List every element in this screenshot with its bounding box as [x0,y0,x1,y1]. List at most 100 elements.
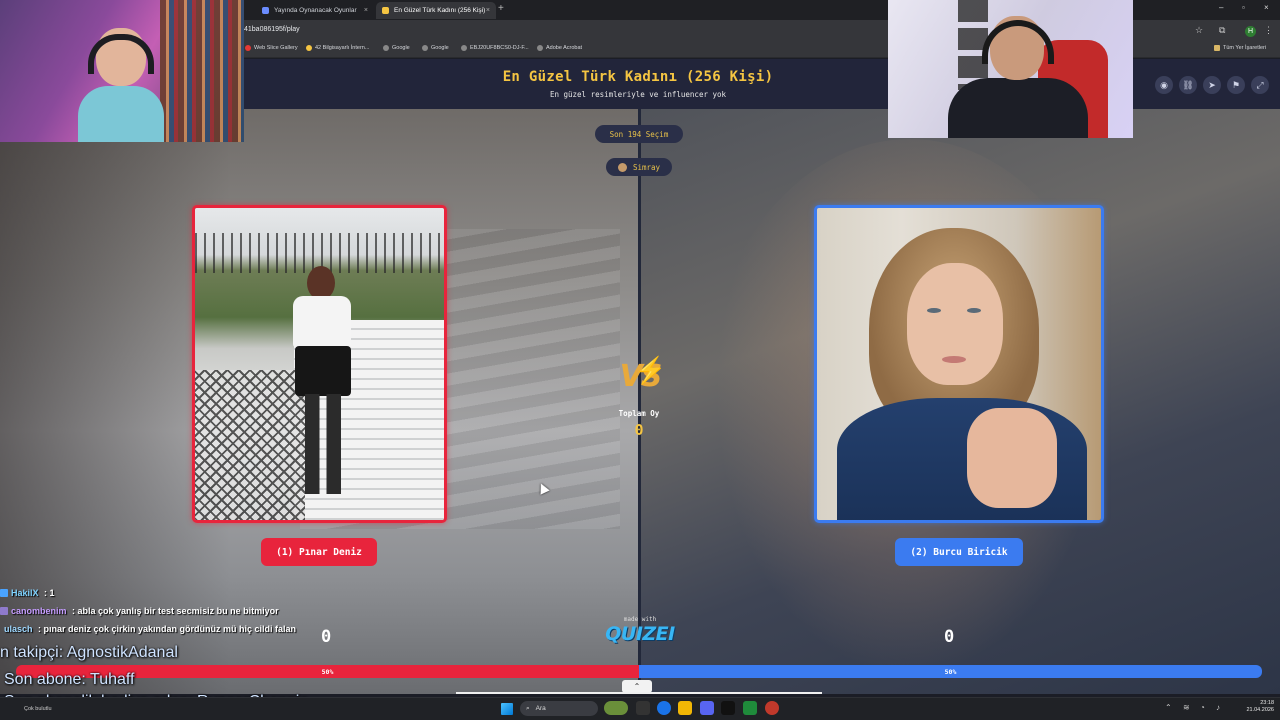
bookmark-label: Google [392,45,410,51]
google-icon [422,45,428,51]
globe-icon [461,45,467,51]
badge-icon [0,589,8,597]
candidate-card-right[interactable] [814,205,1104,523]
volume-icon[interactable]: ♪ [1216,703,1220,712]
chat-message: ulasch : pınar deniz çok çirkin yakından… [0,624,296,634]
bookmark-label: Google [431,45,449,51]
tab-favicon-icon [262,7,269,14]
app-icon[interactable] [765,701,779,715]
webcam-left [0,0,244,142]
bookmark-star-icon[interactable]: ☆ [1195,25,1203,36]
creator-badge[interactable]: Simray [606,158,672,176]
windows-start-icon[interactable] [501,703,513,715]
made-with-label: made with [623,616,657,623]
woman-figure [287,266,357,506]
close-icon[interactable]: × [364,7,368,14]
lightning-icon: ⚡ [634,355,667,385]
task-view-icon[interactable] [636,701,650,715]
obs-icon[interactable] [721,701,735,715]
globe-icon [537,45,543,51]
bookmark-label: Tüm Yer İşaretleri [1223,45,1267,51]
clock-time: 23:18 [1260,700,1274,706]
bookmark-item[interactable]: 42 Bilgisayarlı İntern... [306,45,369,51]
vs-icon: VS ⚡ [619,355,667,394]
profile-avatar[interactable]: H [1245,26,1256,37]
bookmark-item[interactable]: Google [383,45,410,51]
chat-user: canombenim [11,606,67,616]
subscriber-alert: Son abone: Tuhaff [4,671,135,688]
extensions-icon[interactable]: ⧉ [1219,25,1225,36]
chat-user: ulasch [4,624,33,634]
headphones-icon [88,34,154,74]
candidate-photo-right[interactable] [817,208,1101,520]
left-percent: 50% [321,667,334,676]
left-score: 0 [321,627,332,647]
url-field[interactable]: 41ba086195f/play [244,26,300,33]
file-explorer-icon[interactable] [678,701,692,715]
tab-active-quiz[interactable]: En Güzel Türk Kadını (256 Kişi) × [376,2,496,19]
search-icon: ⌕ [526,704,530,712]
bookmark-label: EBJ20UF8BCS0-DJ-F... [470,45,529,51]
bookmark-item[interactable]: Web Slice Gallery [245,45,298,51]
chat-text: : 1 [41,588,55,598]
close-icon[interactable]: × [486,7,490,14]
chat-message: HakilX : 1 [0,588,55,598]
minimize-icon[interactable]: – [1219,3,1223,12]
bookmark-label: 42 Bilgisayarlı İntern... [315,45,370,51]
chrome-icon[interactable] [657,701,671,715]
quiz-page: En Güzel Türk Kadını (256 Kişi) En güzel… [0,59,1280,694]
discord-icon[interactable] [700,701,714,715]
window-close-icon[interactable]: × [1264,3,1269,12]
bookmarks-folder[interactable]: Tüm Yer İşaretleri [1214,45,1266,51]
chat-user: HakilX [11,588,39,598]
candidate-card-left[interactable] [192,205,447,523]
chat-text: : pınar deniz çok çirkin yakından gördün… [35,624,297,634]
bookshelf [160,0,244,142]
streamer-left [78,28,164,142]
widget-icon[interactable] [604,701,628,715]
link-icon[interactable]: ⛓ [1179,76,1197,94]
weather-label[interactable]: Çok bulutlu [24,706,52,712]
maximize-icon[interactable]: ▫ [1242,3,1245,12]
tray-chevron-icon[interactable]: ⌃ [1165,703,1172,712]
bookmark-label: Web Slice Gallery [254,45,298,51]
chat-text: : abla çok yanlış bir test secmisiz bu n… [69,606,279,616]
new-tab-icon[interactable]: + [498,3,504,14]
total-votes-value: 0 [634,421,644,439]
network-icon[interactable]: ≋ [1183,703,1190,712]
tab-label: Yayında Oynanacak Oyunlar [274,7,357,14]
badge-icon [0,607,8,615]
bookmark-item[interactable]: EBJ20UF8BCS0-DJ-F... [461,45,529,51]
menu-kebab-icon[interactable]: ⋮ [1264,25,1273,36]
right-percent: 50% [944,667,957,676]
taskbar-search[interactable]: ⌕ Ara [520,701,598,716]
tab-label: En Güzel Türk Kadını (256 Kişi) [394,7,486,14]
fullscreen-icon[interactable]: ⤢ [1251,76,1269,94]
flag-icon[interactable]: ⚑ [1227,76,1245,94]
scroll-indicator [456,692,822,694]
send-icon[interactable]: ➤ [1203,76,1221,94]
wifi-icon[interactable]: ◔ [1200,703,1205,712]
folder-icon [1214,45,1220,51]
quizei-logo[interactable]: QUIZEI [598,623,682,645]
right-percent-bar: 50% [639,665,1262,678]
vote-button-left[interactable]: (1) Pınar Deniz [261,538,377,566]
screen: Yayında Oynanacak Oyunlar × En Güzel Tür… [0,0,1280,720]
webcam-right [888,0,1133,138]
candidate-photo-left[interactable] [195,208,444,520]
round-badge: Son 194 Seçim [595,125,683,143]
bookmark-item[interactable]: Google [422,45,449,51]
bookmark-item[interactable]: Adobe Acrobat [537,45,582,51]
bookmark-icon [306,45,312,51]
creator-name: Simray [632,162,661,172]
google-icon [383,45,389,51]
tab-yayinda-oyunlar[interactable]: Yayında Oynanacak Oyunlar × [256,2,374,19]
vote-button-right[interactable]: (2) Burcu Biricik [895,538,1023,566]
clock-date: 21.04.2026 [1246,707,1274,713]
follower-alert: n takipçi: AgnostikAdanal [0,644,178,661]
streamer-right [948,16,1088,138]
round-label: Son 194 Seçim [609,129,669,139]
eye-icon[interactable]: ◉ [1155,76,1173,94]
play-icon[interactable] [743,701,757,715]
clock[interactable]: 23:18 21.04.2026 [1238,700,1274,714]
